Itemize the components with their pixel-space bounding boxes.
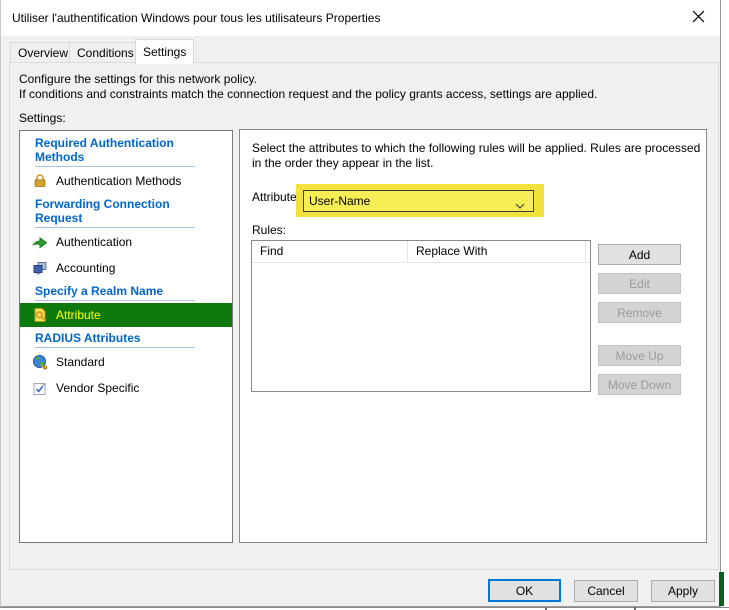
tree-item-authentication-methods[interactable]: Authentication Methods <box>20 169 232 193</box>
tree-item-authentication[interactable]: Authentication <box>20 230 232 254</box>
move-down-button: Move Down <box>598 374 681 395</box>
column-header-replace-with[interactable]: Replace With <box>408 241 586 262</box>
tree-header-forwarding-connection-request: Forwarding Connection Request <box>35 197 195 228</box>
vendor-checkbox-icon <box>32 380 48 396</box>
background-window-edge <box>0 607 729 608</box>
edit-button: Edit <box>598 273 681 294</box>
tree-header-radius-attributes: RADIUS Attributes <box>35 331 195 348</box>
tree-header-required-authentication-methods: Required Authentication Methods <box>35 136 195 167</box>
chevron-down-icon <box>515 198 525 204</box>
tree-item-label: Accounting <box>56 261 115 275</box>
intro-text: Configure the settings for this network … <box>19 72 597 102</box>
move-up-button: Move Up <box>598 345 681 366</box>
rules-table: Find Replace With <box>251 240 591 392</box>
intro-line2: If conditions and constraints match the … <box>19 87 597 102</box>
intro-line1: Configure the settings for this network … <box>19 72 597 87</box>
attribute-dropdown-value: User-Name <box>309 194 515 208</box>
title-bar: Utiliser l'authentification Windows pour… <box>1 0 720 36</box>
tree-item-accounting[interactable]: Accounting <box>20 256 232 280</box>
tree-item-attribute[interactable]: Attribute <box>20 303 232 327</box>
globe-key-icon <box>32 354 48 370</box>
tree-item-standard[interactable]: Standard <box>20 350 232 374</box>
highlight-annotation: User-Name <box>296 184 544 217</box>
tree-header-specify-a-realm-name: Specify a Realm Name <box>35 284 195 301</box>
settings-tab-page: Configure the settings for this network … <box>9 62 719 570</box>
rules-label: Rules: <box>252 223 286 237</box>
dialog-window: Utiliser l'authentification Windows pour… <box>0 0 721 607</box>
add-button[interactable]: Add <box>598 244 681 265</box>
attribute-panel: Select the attributes to which the follo… <box>239 129 707 543</box>
settings-tree: Required Authentication Methods Authenti… <box>19 130 233 543</box>
window-title: Utiliser l'authentification Windows pour… <box>12 11 380 25</box>
ok-button[interactable]: OK <box>488 579 561 602</box>
tree-item-label: Authentication Methods <box>56 174 181 188</box>
background-window-sliver <box>719 572 724 606</box>
cancel-button[interactable]: Cancel <box>574 580 638 602</box>
lock-icon <box>32 173 48 189</box>
tree-item-vendor-specific[interactable]: Vendor Specific <box>20 376 232 400</box>
tab-conditions[interactable]: Conditions <box>69 42 142 63</box>
close-icon <box>692 10 705 26</box>
remove-button: Remove <box>598 302 681 323</box>
apply-button[interactable]: Apply <box>651 580 715 602</box>
tab-settings[interactable]: Settings <box>135 39 194 64</box>
attribute-dropdown[interactable]: User-Name <box>303 190 534 212</box>
rules-table-header: Find Replace With <box>252 241 590 263</box>
attribute-search-icon <box>32 307 48 323</box>
tree-item-label: Attribute <box>56 308 101 322</box>
tree-item-label: Vendor Specific <box>56 381 139 395</box>
tree-item-label: Standard <box>56 355 105 369</box>
tab-overview[interactable]: Overview <box>10 42 76 63</box>
instruction-text: Select the attributes to which the follo… <box>252 141 704 171</box>
tree-item-label: Authentication <box>56 235 132 249</box>
settings-label: Settings: <box>19 111 66 125</box>
monitors-icon <box>32 260 48 276</box>
attribute-label: Attribute: <box>252 190 300 204</box>
column-header-find[interactable]: Find <box>252 241 408 262</box>
close-button[interactable] <box>676 0 720 36</box>
green-arrow-icon <box>32 234 48 250</box>
